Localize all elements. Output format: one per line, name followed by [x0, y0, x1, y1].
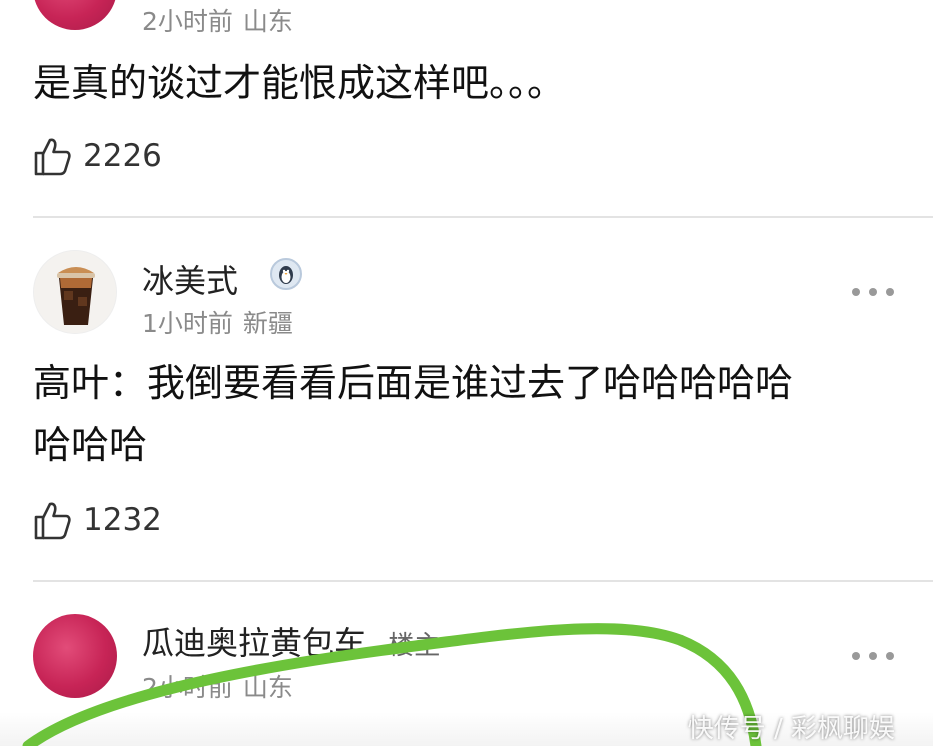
avatar[interactable]	[33, 250, 117, 334]
more-dots-icon	[852, 288, 860, 296]
comment-location: 山东	[242, 7, 293, 36]
username-text: 瓜迪奥拉黄包车	[142, 624, 367, 662]
comment-item: 2小时前 山东 是真的谈过才能恨成这样吧。。。 2226	[0, 0, 933, 216]
more-options-button[interactable]	[852, 282, 894, 302]
comment-text-line: 高叶：我倒要看看后面是谁过去了哈哈哈哈哈	[33, 361, 794, 405]
comment-meta: 2小时前 山东	[142, 668, 293, 704]
iced-coffee-avatar-icon	[57, 267, 95, 325]
comment-time: 1小时前	[142, 309, 233, 338]
thumbs-up-icon	[34, 138, 71, 176]
comment-time: 2小时前	[142, 7, 233, 36]
comment-text-line: 哈哈哈	[33, 423, 148, 467]
comment-text: 是真的谈过才能恨成这样吧。。。	[33, 61, 566, 105]
like-button[interactable]: 2226	[33, 134, 162, 178]
username[interactable]: 冰美式	[142, 256, 238, 302]
comment-location: 新疆	[242, 309, 293, 338]
more-options-button[interactable]	[852, 646, 894, 666]
like-button[interactable]: 1232	[33, 498, 162, 542]
penguin-badge-icon	[270, 258, 302, 290]
more-dots-icon	[852, 652, 860, 660]
like-count: 1232	[83, 502, 162, 538]
comment-item: 冰美式 1小时前 新疆 高叶：我倒要看看后面是谁过去了哈哈哈哈哈 哈哈哈 1232	[0, 218, 933, 580]
comment-meta: 1小时前 新疆	[142, 304, 293, 340]
comment-time: 2小时前	[142, 673, 233, 702]
username[interactable]: 瓜迪奥拉黄包车 楼主	[142, 618, 440, 664]
comment-meta: 2小时前 山东	[142, 2, 293, 38]
watermark: 快传号 / 彩枫聊娱	[687, 714, 895, 744]
like-count: 2226	[83, 138, 162, 174]
avatar[interactable]	[33, 0, 117, 30]
thumbs-up-icon	[34, 502, 71, 540]
comment-location: 山东	[242, 673, 293, 702]
author-tag: 楼主	[388, 631, 441, 661]
comment-text: 高叶：我倒要看看后面是谁过去了哈哈哈哈哈 哈哈哈	[33, 352, 893, 476]
avatar[interactable]	[33, 614, 117, 698]
